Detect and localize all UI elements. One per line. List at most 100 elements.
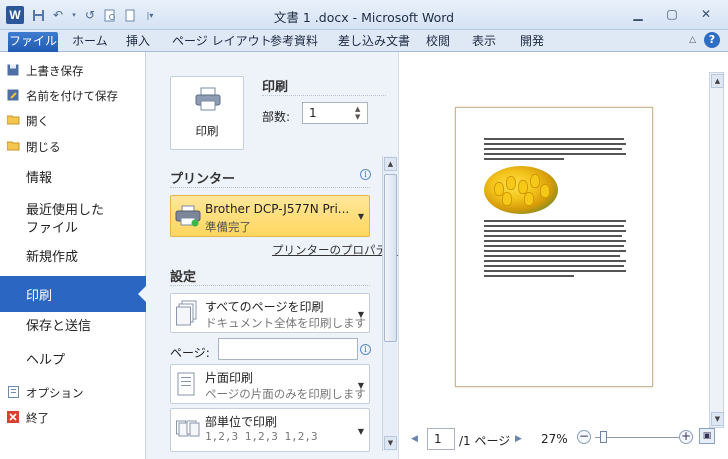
- nav-save-as[interactable]: 名前を付けて保存: [7, 87, 118, 105]
- exit-icon: [6, 411, 20, 425]
- scroll-up-icon[interactable]: ▲: [384, 157, 397, 171]
- printer-status: 準備完了: [205, 220, 251, 234]
- print-settings-panel: 印刷 印刷 部数: 1 ▲ ▼ プリンター i Brother DCP-J577N…: [146, 52, 398, 459]
- nav-help[interactable]: ヘルプ: [26, 352, 65, 370]
- zoom-to-page-icon[interactable]: ▣: [699, 428, 715, 444]
- zoom-slider[interactable]: [595, 437, 683, 438]
- page-total: /1 ページ: [459, 434, 511, 448]
- nav-exit[interactable]: 終了: [7, 409, 49, 427]
- maximize-icon[interactable]: ▢: [658, 5, 686, 23]
- tab-file[interactable]: ファイル: [8, 32, 58, 52]
- zoom-slider-thumb[interactable]: [600, 431, 608, 443]
- pages-label: ページ:: [170, 346, 210, 360]
- help-icon[interactable]: ?: [704, 32, 720, 48]
- copies-input[interactable]: 1 ▲ ▼: [302, 102, 368, 124]
- print-button[interactable]: 印刷: [170, 76, 244, 150]
- printer-properties-link[interactable]: プリンターのプロパティ: [272, 242, 398, 258]
- close-icon[interactable]: ✕: [692, 5, 720, 23]
- tab-page-layout[interactable]: ページ レイアウト: [172, 32, 272, 52]
- collated-icon: [176, 415, 200, 441]
- previous-page-icon[interactable]: ◀: [411, 434, 418, 444]
- nav-print[interactable]: 印刷: [0, 276, 147, 312]
- printer-select[interactable]: Brother DCP-J577N Pri... 準備完了 ▼: [170, 195, 370, 237]
- printer-name: Brother DCP-J577N Pri...: [205, 202, 350, 216]
- tab-view[interactable]: 表示: [472, 32, 496, 52]
- options-icon: [6, 386, 20, 400]
- collation-select[interactable]: 部単位で印刷 1,2,3 1,2,3 1,2,3 ▼: [170, 408, 370, 452]
- tab-home[interactable]: ホーム: [72, 32, 108, 52]
- preview-scrollbar[interactable]: ▲ ▼: [709, 72, 724, 428]
- tab-review[interactable]: 校閲: [426, 32, 450, 52]
- nav-recent-line1: 最近使用した: [26, 203, 105, 218]
- ribbon-help-area: △ ?: [689, 32, 720, 48]
- close-folder-icon: [6, 140, 20, 154]
- settings-section-title: 設定: [170, 270, 197, 285]
- nav-info[interactable]: 情報: [26, 170, 52, 188]
- title-bar: W ↶ ▾ ↺ |▾ 文書 1 .docx - Microsoft Word ▁…: [0, 0, 728, 30]
- print-range-title: すべてのページを印刷: [205, 300, 324, 314]
- save-as-icon: [6, 89, 20, 103]
- nav-recent-line2: ファイル: [26, 221, 79, 236]
- ribbon-tabs: ファイル ホーム 挿入 ページ レイアウト 参考資料 差し込み文書 校閲 表示 …: [0, 30, 728, 52]
- zoom-level[interactable]: 27%: [541, 432, 568, 446]
- print-button-label: 印刷: [195, 124, 219, 138]
- pages-stack-icon: [176, 300, 198, 326]
- pages-info-icon[interactable]: i: [360, 344, 371, 355]
- sides-title: 片面印刷: [205, 371, 254, 385]
- backstage-nav: 上書き保存 名前を付けて保存 開く 閉じる 情報 最近使用した ファイル 新規作…: [0, 52, 147, 459]
- zoom-out-icon[interactable]: −: [577, 430, 591, 444]
- nav-open[interactable]: 開く: [6, 112, 49, 130]
- tab-insert[interactable]: 挿入: [126, 32, 150, 52]
- nav-print-label: 印刷: [26, 289, 53, 304]
- tab-developer[interactable]: 開発: [520, 32, 544, 52]
- window-title: 文書 1 .docx - Microsoft Word: [273, 10, 455, 25]
- nav-open-label: 開く: [26, 114, 49, 128]
- nav-close-label: 閉じる: [26, 140, 61, 154]
- zoom-in-icon[interactable]: +: [679, 430, 693, 444]
- print-range-subtitle: ドキュメント全体を印刷します: [205, 316, 366, 330]
- printer-title-divider: [170, 187, 370, 188]
- print-range-select[interactable]: すべてのページを印刷 ドキュメント全体を印刷します ▼: [170, 293, 370, 333]
- copies-label: 部数:: [262, 110, 291, 124]
- printer-icon: [195, 87, 221, 111]
- collation-subtitle: 1,2,3 1,2,3 1,2,3: [205, 430, 318, 443]
- single-sided-icon: [176, 371, 198, 397]
- printer-section-title: プリンター: [170, 172, 236, 187]
- preview-status-bar: ◀ 1 /1 ページ ▶ 27% − + ▣: [399, 424, 728, 454]
- copies-value: 1: [309, 106, 317, 120]
- nav-options[interactable]: オプション: [7, 384, 84, 402]
- nav-save-send[interactable]: 保存と送信: [26, 318, 91, 336]
- nav-new[interactable]: 新規作成: [26, 249, 78, 267]
- pages-input[interactable]: [218, 338, 358, 360]
- tab-references[interactable]: 参考資料: [270, 32, 318, 52]
- minimize-icon[interactable]: ▁: [624, 5, 652, 23]
- print-preview: ▲ ▼ ◀ 1 /1 ページ ▶ 27% − + ▣: [398, 52, 728, 459]
- copies-spinner[interactable]: ▲ ▼: [355, 105, 365, 121]
- collation-title: 部単位で印刷: [205, 415, 278, 429]
- chevron-down-icon: ▼: [357, 310, 365, 319]
- save-icon: [6, 64, 20, 78]
- nav-save-as-label: 名前を付けて保存: [26, 89, 118, 103]
- minimize-ribbon-icon[interactable]: △: [689, 35, 696, 45]
- nav-save[interactable]: 上書き保存: [7, 62, 84, 80]
- page-number-input[interactable]: 1: [427, 428, 455, 450]
- chevron-down-icon: ▼: [357, 381, 365, 390]
- print-section-title: 印刷: [262, 80, 289, 95]
- scroll-thumb[interactable]: [384, 174, 397, 342]
- sides-subtitle: ページの片面のみを印刷します: [205, 387, 366, 401]
- nav-recent[interactable]: 最近使用した ファイル: [26, 202, 104, 238]
- scroll-down-icon[interactable]: ▼: [384, 436, 397, 450]
- nav-exit-label: 終了: [26, 411, 49, 425]
- tab-mailings[interactable]: 差し込み文書: [338, 32, 410, 52]
- sides-select[interactable]: 片面印刷 ページの片面のみを印刷します ▼: [170, 364, 370, 404]
- next-page-icon[interactable]: ▶: [515, 434, 522, 444]
- window-controls: ▁ ▢ ✕: [624, 5, 720, 23]
- printer-device-icon: [175, 204, 201, 228]
- settings-title-divider: [170, 285, 370, 286]
- printer-info-icon[interactable]: i: [360, 169, 371, 180]
- chevron-down-icon: ▼: [357, 427, 365, 436]
- tulip-image: [484, 166, 558, 214]
- settings-scrollbar[interactable]: ▲ ▼: [382, 156, 397, 451]
- nav-close[interactable]: 閉じる: [6, 138, 61, 156]
- scroll-up-icon[interactable]: ▲: [711, 74, 724, 88]
